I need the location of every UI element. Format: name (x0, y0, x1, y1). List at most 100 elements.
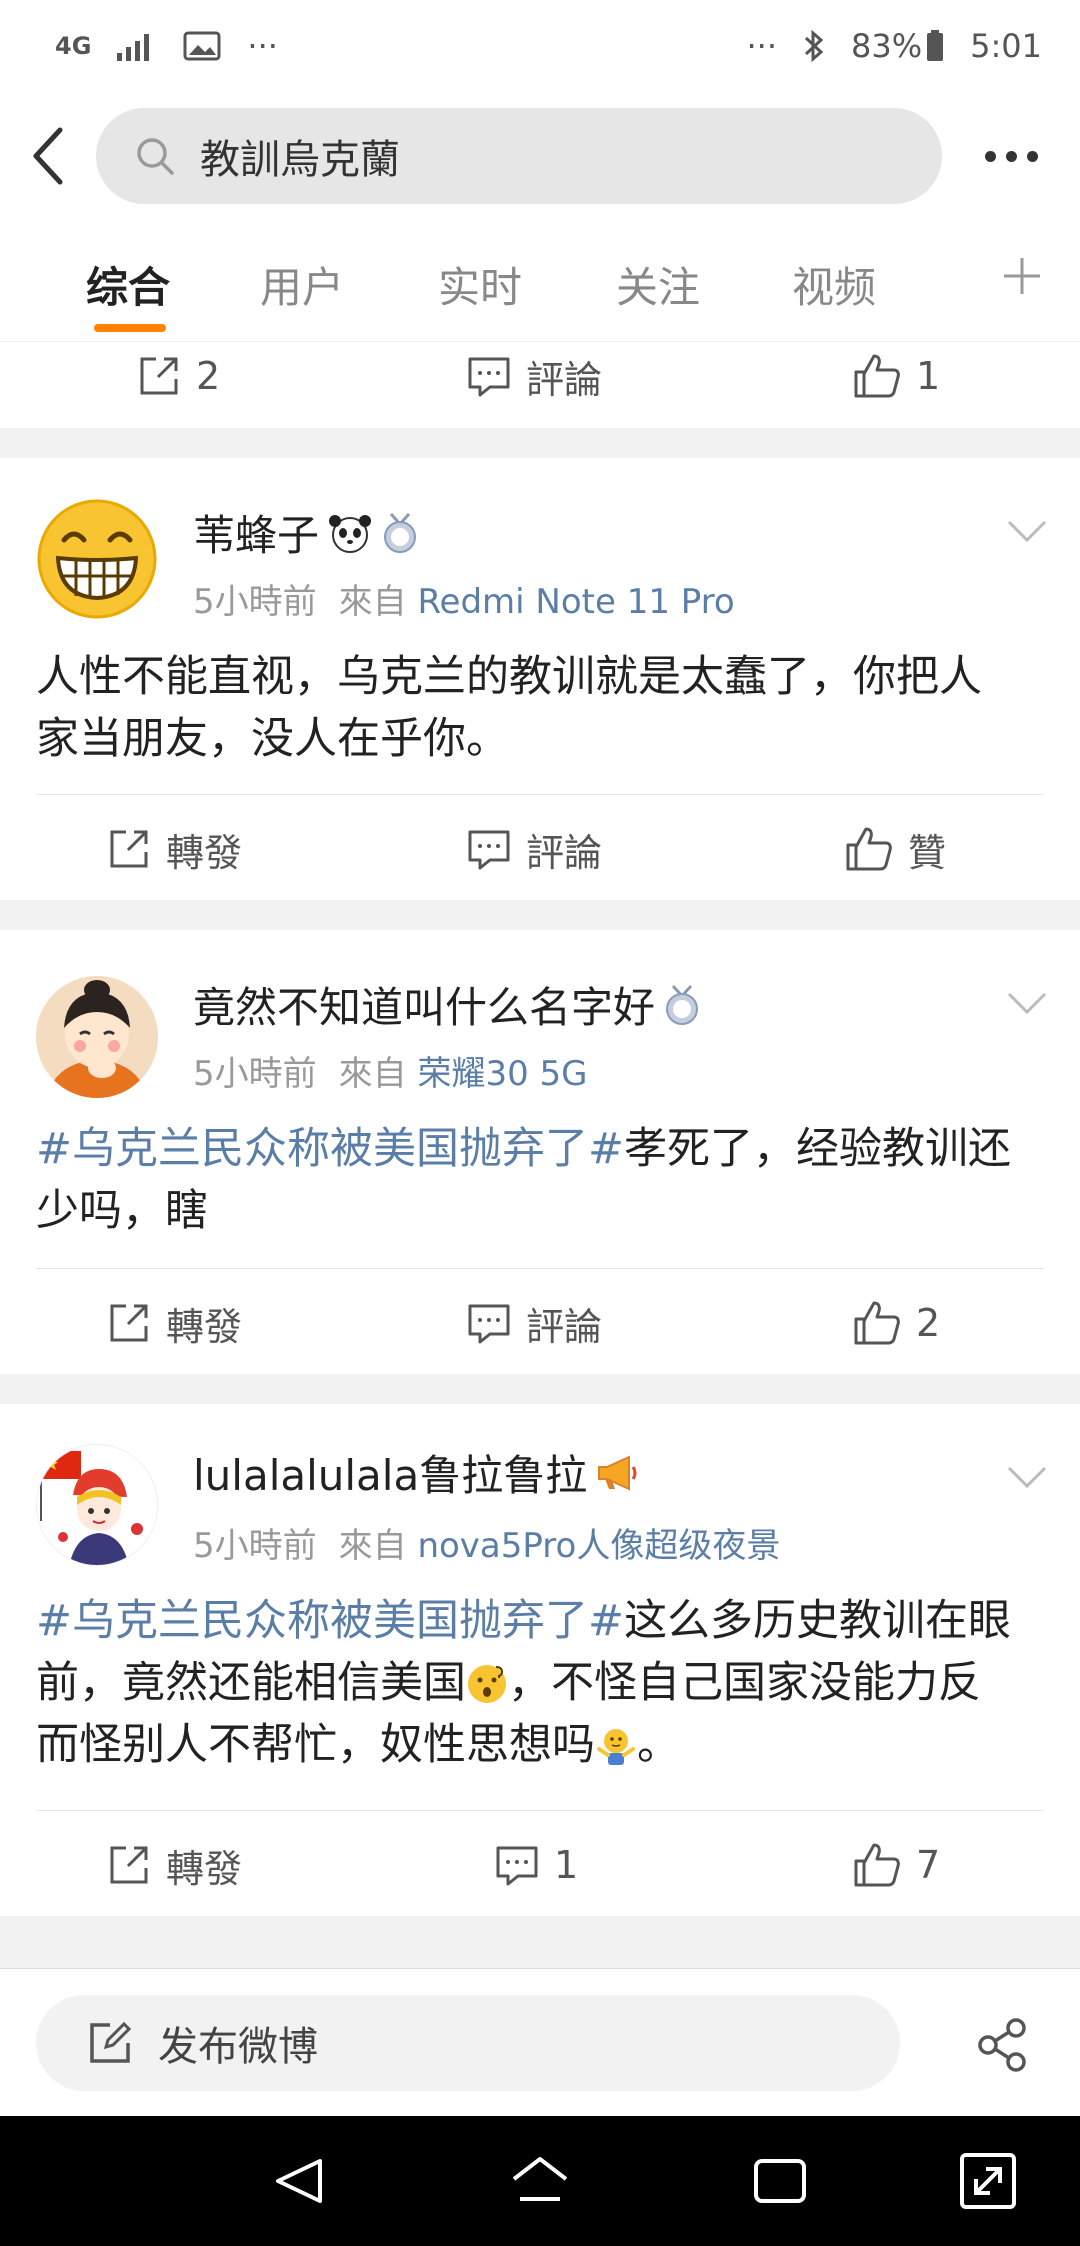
like-count: 2 (916, 1301, 941, 1345)
more-dot-icon (1005, 150, 1017, 162)
tab-comprehensive[interactable]: 综合 (86, 254, 170, 315)
post-content: #乌克兰民众称被美国抛弃了#孝死了，经验教训还 少吗，瞎 (36, 1118, 1044, 1242)
username-text: 苇蜂子 (193, 511, 320, 560)
battery-icon (927, 30, 944, 61)
grin-emoji-avatar (37, 499, 157, 619)
compose-button[interactable]: 发布微博 (36, 1995, 900, 2091)
avatar[interactable] (36, 498, 158, 620)
medal-badge-icon (384, 512, 417, 553)
avatar[interactable] (36, 1444, 158, 1566)
thumbs-up-icon (854, 354, 900, 398)
post-actions: 轉發 評論 贊 (0, 795, 1080, 903)
battery-percent: 83% (851, 27, 923, 65)
topic-link[interactable]: #乌克兰民众称被美国抛弃了# (36, 1124, 624, 1174)
post-time: 5小時前 (193, 582, 317, 622)
nav-home-icon[interactable] (508, 2149, 572, 2213)
post-actions: 轉發 1 7 (0, 1811, 1080, 1919)
chevron-down-icon[interactable] (1005, 988, 1049, 1018)
username[interactable]: 竟然不知道叫什么名字好 (193, 974, 701, 1035)
nav-expand-icon[interactable] (956, 2149, 1020, 2213)
comment-button[interactable]: 評論 (466, 322, 602, 430)
post-content: 人性不能直视，乌克兰的教训就是太蠢了，你把人 家当朋友，没人在乎你。 (36, 646, 1044, 770)
shrug-emoji-icon (597, 1729, 635, 1765)
back-arrow-icon (33, 127, 63, 185)
username-text: 竟然不知道叫什么名字好 (193, 983, 656, 1032)
post-separator (0, 428, 1080, 458)
wonder-emoji-icon (468, 1665, 506, 1703)
tab-realtime[interactable]: 实时 (438, 254, 522, 315)
compose-label: 发布微博 (158, 2024, 318, 2070)
repost-button[interactable]: 2 (136, 322, 220, 430)
content-line: #乌克兰民众称被美国抛弃了#这么多历史教训在眼 (36, 1590, 1044, 1652)
comment-button[interactable]: 1 (494, 1811, 578, 1919)
clock: 5:01 (970, 27, 1042, 65)
network-indicator: 4G (55, 32, 92, 60)
from-label: 來自 (338, 1526, 407, 1566)
repost-button[interactable]: 轉發 (106, 1811, 242, 1919)
post-card: lulalalulala鲁拉鲁拉 5小時前 來自 nova5Pro人像超级夜景 #… (0, 1404, 1080, 1916)
comment-icon (468, 1304, 510, 1344)
nav-back-icon[interactable] (268, 2149, 332, 2213)
tab-users[interactable]: 用户 (260, 254, 344, 315)
tab-following[interactable]: 关注 (616, 254, 700, 315)
repost-icon (110, 1304, 148, 1342)
chevron-down-icon[interactable] (1005, 1462, 1049, 1492)
repost-button[interactable]: 轉發 (106, 1269, 242, 1377)
content-line: 人性不能直视，乌克兰的教训就是太蠢了，你把人 (36, 652, 982, 702)
more-dot-icon (984, 150, 996, 162)
repost-label: 轉發 (166, 830, 243, 875)
username[interactable]: lulalalulala鲁拉鲁拉 (193, 1442, 639, 1503)
flag-character-avatar (37, 1445, 157, 1565)
content-text: ，不怪自己国家没能力反 (508, 1658, 981, 1708)
repost-button[interactable]: 轉發 (106, 795, 242, 903)
post-card: 竟然不知道叫什么名字好 5小時前 來自 荣耀30 5G #乌克兰民众称被美国抛弃了… (0, 930, 1080, 1374)
content-line: 少吗，瞎 (36, 1186, 208, 1236)
search-input[interactable]: 教訓烏克蘭 (96, 108, 942, 204)
tab-video[interactable]: 视频 (792, 254, 876, 315)
source-device[interactable]: Redmi Note 11 Pro (417, 582, 734, 622)
source-device[interactable]: 荣耀30 5G (417, 1054, 587, 1094)
more-dot-icon (1026, 150, 1038, 162)
back-button[interactable] (0, 101, 96, 211)
topic-link[interactable]: #乌克兰民众称被美国抛弃了# (36, 1596, 624, 1646)
post-time: 5小時前 (193, 1054, 317, 1094)
content-text: 前，竟然还能相信美国 (36, 1658, 466, 1708)
medal-badge-icon (666, 984, 699, 1025)
thumbs-up-icon (854, 1301, 900, 1345)
share-icon[interactable] (974, 2017, 1030, 2073)
from-label: 來自 (338, 1054, 407, 1094)
repost-icon (110, 830, 148, 868)
post-actions: 轉發 評論 2 (0, 1269, 1080, 1377)
megaphone-badge-icon (598, 1454, 637, 1491)
thumbs-up-icon (846, 827, 892, 871)
more-options-button[interactable] (942, 101, 1080, 211)
chevron-down-icon[interactable] (1005, 516, 1049, 546)
status-more: ··· (247, 27, 278, 65)
content-line: 家当朋友，没人在乎你。 (36, 714, 509, 764)
content-text: 这么多历史教训在眼 (624, 1596, 1012, 1646)
like-button[interactable]: 1 (852, 322, 940, 430)
edit-icon (90, 2021, 132, 2063)
like-count: 1 (916, 354, 941, 398)
like-label: 贊 (908, 830, 947, 875)
nav-recents-icon[interactable] (748, 2149, 812, 2213)
comment-button[interactable]: 評論 (466, 795, 602, 903)
comment-icon (496, 1846, 538, 1886)
repost-label: 轉發 (166, 1304, 243, 1349)
post-meta: 5小時前 來自 荣耀30 5G (193, 1046, 588, 1095)
cartoon-avatar (36, 976, 158, 1098)
status-bar: 4G ··· ··· 83% 5:01 (0, 0, 1080, 92)
content-text: 孝死了，经验教训还 (624, 1124, 1012, 1174)
like-button[interactable]: 贊 (844, 795, 946, 903)
add-tab-icon[interactable] (1000, 254, 1044, 298)
avatar[interactable] (36, 976, 158, 1098)
content-line: #乌克兰民众称被美国抛弃了#孝死了，经验教训还 (36, 1118, 1044, 1180)
repost-count: 2 (196, 354, 221, 398)
comment-button[interactable]: 評論 (466, 1269, 602, 1377)
like-button[interactable]: 7 (852, 1811, 940, 1919)
like-button[interactable]: 2 (852, 1269, 940, 1377)
username[interactable]: 苇蜂子 (193, 502, 419, 563)
source-device[interactable]: nova5Pro人像超级夜景 (417, 1526, 780, 1566)
comment-icon (468, 357, 510, 397)
comment-count: 1 (554, 1843, 579, 1887)
